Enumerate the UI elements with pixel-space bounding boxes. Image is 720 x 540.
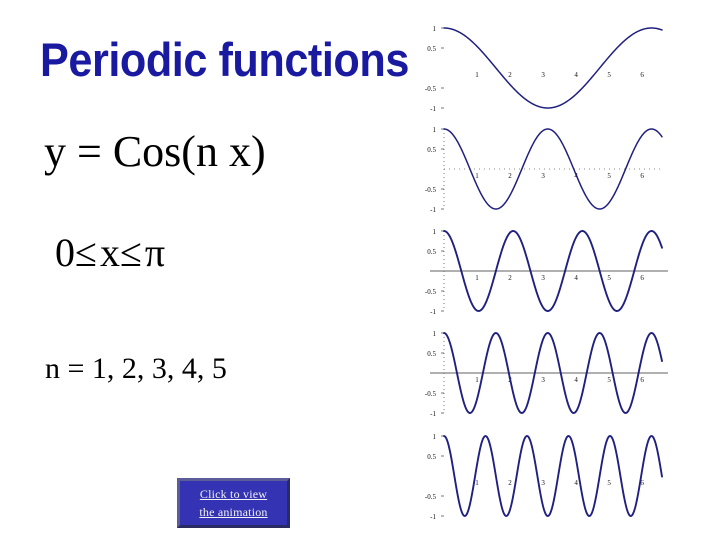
x-tick-label: 4	[574, 71, 578, 79]
y-tick-label: 0.5	[427, 146, 436, 154]
equation-function: y = Cos(n x)	[44, 127, 266, 176]
y-tick-label: -0.5	[425, 186, 437, 194]
y-tick-label: 1	[433, 330, 437, 338]
y-tick-label: -1	[430, 105, 436, 113]
x-tick-label: 4	[574, 376, 578, 384]
x-tick-label: 2	[508, 274, 512, 282]
x-tick-label: 5	[607, 172, 611, 180]
x-tick-label: 5	[607, 274, 611, 282]
y-tick-label: -0.5	[425, 85, 437, 93]
less-equal-icon: ≤	[75, 230, 100, 275]
plot-stack: 1 0.5 -0.5 -1 1 2 3 4 5 6 1 0.5 -0.5 -1 1 2 3 4 5 6 1 0.5 -0.5…	[400, 0, 720, 540]
y-tick-label: 0.5	[427, 248, 436, 256]
y-tick-label: -1	[430, 308, 436, 316]
cosine-plot-n-4: 1 0.5 -0.5 -1 1 2 3 4 5 6	[400, 321, 690, 425]
x-tick-label: 3	[541, 274, 545, 282]
x-tick-label: 6	[640, 71, 644, 79]
button-label-line-1: Click to view	[199, 487, 268, 501]
cosine-curve	[443, 27, 663, 109]
x-tick-label: 5	[607, 376, 611, 384]
x-tick-label: 2	[508, 71, 512, 79]
presentation-slide: Periodic functions y = Cos(n x) 0≤x≤π n …	[0, 0, 720, 540]
y-tick-label: 0.5	[427, 453, 436, 461]
page-title: Periodic functions	[40, 33, 409, 86]
y-tick-label: -0.5	[425, 288, 437, 296]
x-tick-label: 3	[541, 376, 545, 384]
x-tick-label: 1	[475, 172, 479, 180]
cosine-curve	[443, 435, 663, 517]
x-tick-label: 4	[574, 479, 578, 487]
button-label-line-2: the animation	[199, 505, 268, 519]
x-tick-label: 1	[475, 479, 479, 487]
less-equal-icon: ≤	[119, 230, 145, 275]
x-tick-label: 1	[475, 71, 479, 79]
x-tick-label: 1	[475, 376, 479, 384]
cosine-plot-n-1: 1 0.5 -0.5 -1 1 2 3 4 5 6	[400, 16, 690, 120]
domain-variable: x	[99, 230, 120, 275]
y-tick-label: 0.5	[427, 350, 436, 358]
y-tick-label: -1	[430, 410, 436, 418]
x-tick-label: 6	[640, 376, 644, 384]
x-tick-label: 1	[475, 274, 479, 282]
y-tick-label: 1	[433, 433, 437, 441]
x-tick-label: 6	[640, 274, 644, 282]
x-tick-label: 3	[541, 172, 545, 180]
y-tick-label: -0.5	[425, 390, 437, 398]
x-tick-label: 2	[508, 172, 512, 180]
slide-content-panel: Periodic functions y = Cos(n x) 0≤x≤π n …	[0, 0, 409, 540]
x-tick-label: 6	[640, 172, 644, 180]
y-tick-label: -1	[430, 206, 436, 214]
x-tick-label: 5	[607, 71, 611, 79]
y-tick-label: -0.5	[425, 493, 437, 501]
y-tick-label: 1	[433, 126, 437, 134]
domain-upper-bound: π	[144, 230, 166, 275]
x-tick-label: 5	[607, 479, 611, 487]
cosine-plot-n-2: 1 0.5 -0.5 -1 1 2 3 4 5 6	[400, 117, 690, 221]
x-tick-label: 3	[541, 71, 545, 79]
y-tick-label: 1	[433, 25, 437, 33]
cosine-plot-n-5: 1 0.5 -0.5 -1 1 2 3 4 5 6	[400, 424, 690, 528]
y-tick-label: -1	[430, 513, 436, 521]
y-tick-label: 0.5	[427, 45, 436, 53]
x-tick-label: 4	[574, 274, 578, 282]
x-tick-label: 2	[508, 479, 512, 487]
x-tick-label: 3	[541, 479, 545, 487]
view-animation-button[interactable]: Click to view the animation	[177, 478, 290, 528]
equation-domain: 0≤x≤π	[55, 231, 165, 275]
parameter-values: n = 1, 2, 3, 4, 5	[45, 352, 227, 385]
y-tick-label: 1	[433, 228, 437, 236]
cosine-plot-n-3: 1 0.5 -0.5 -1 1 2 3 4 5 6	[400, 219, 690, 323]
domain-lower-bound: 0	[55, 230, 75, 275]
